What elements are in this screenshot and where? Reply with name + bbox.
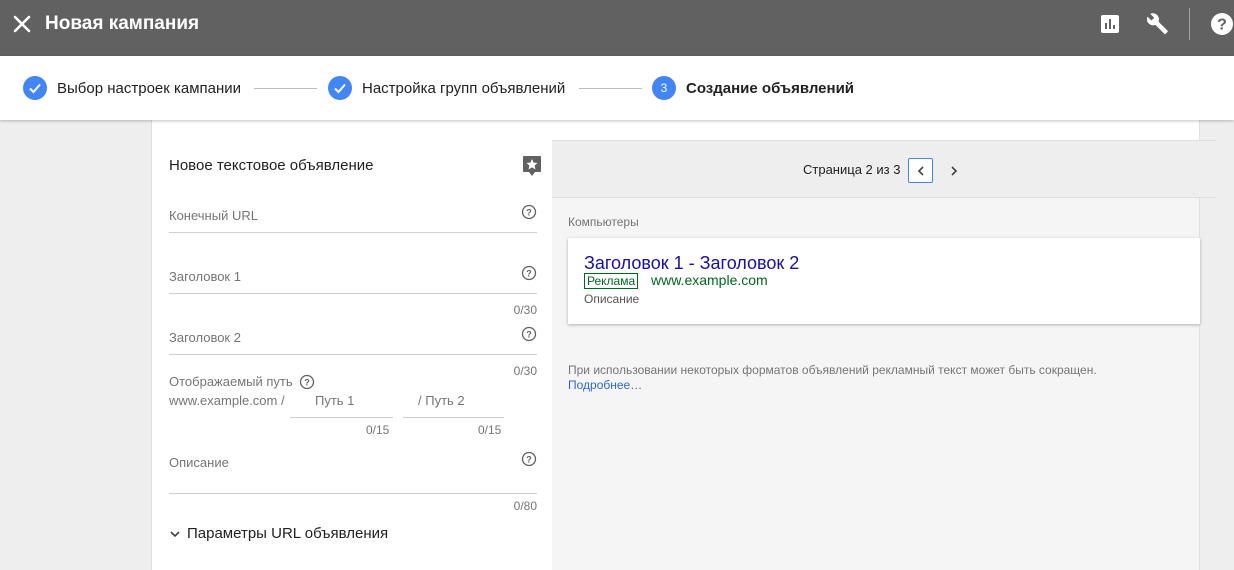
svg-text:?: ? — [526, 208, 532, 218]
notice-text: При использовании некоторых форматов объ… — [568, 363, 1097, 377]
field-underline — [169, 354, 537, 355]
path-separator: / — [418, 393, 422, 408]
field-label: Заголовок 2 — [169, 330, 241, 345]
preview-pager: Страница 2 из 3 — [552, 140, 1216, 198]
step-done-icon — [328, 76, 352, 100]
svg-text:?: ? — [1217, 17, 1227, 34]
svg-text:?: ? — [304, 378, 310, 388]
url-options-label: Параметры URL объявления — [187, 525, 389, 542]
help-circle-icon[interactable]: ? — [299, 374, 315, 390]
campaign-stepper: Выбор настроек кампании Настройка групп … — [0, 56, 1234, 120]
char-counter: 0/30 — [513, 364, 537, 378]
step-done-icon — [23, 76, 47, 100]
step-connector — [579, 88, 642, 89]
device-label: Компьютеры — [568, 215, 639, 229]
step-connector — [254, 88, 317, 89]
chevron-left-icon — [917, 165, 924, 176]
preview-notice: При использовании некоторых форматов объ… — [568, 363, 1198, 393]
ad-description: Описание — [584, 292, 640, 306]
chevron-right-icon — [951, 165, 958, 176]
field-underline — [169, 232, 537, 233]
page-title: Новая кампания — [45, 13, 200, 34]
help-icon[interactable]: ? — [1210, 12, 1234, 36]
page-indicator: Страница 2 из 3 — [803, 162, 901, 177]
field-underline — [169, 293, 537, 294]
char-counter: 0/15 — [366, 423, 390, 437]
svg-text:?: ? — [526, 330, 532, 340]
toolbar-divider — [1189, 8, 1190, 40]
next-page-button[interactable] — [942, 158, 966, 183]
help-circle-icon[interactable]: ? — [521, 326, 537, 342]
path1-input[interactable]: Путь 1 — [315, 393, 354, 408]
url-options-toggle[interactable]: Параметры URL объявления — [169, 525, 388, 542]
reports-icon[interactable] — [1098, 12, 1122, 36]
ad-form-panel: Новое текстовое объявление Конечный URL … — [151, 140, 552, 570]
field-label: Отображаемый путь — [169, 374, 293, 389]
chevron-down-icon — [170, 530, 180, 537]
ad-display-url: www.example.com — [651, 272, 768, 288]
ad-headline: Заголовок 1 - Заголовок 2 — [584, 253, 800, 273]
path2-input[interactable]: Путь 2 — [425, 393, 464, 408]
help-circle-icon[interactable]: ? — [521, 204, 537, 220]
form-title: Новое текстовое объявление — [169, 157, 374, 174]
field-underline — [169, 493, 537, 494]
step-ad-groups[interactable]: Настройка групп объявлений — [328, 76, 565, 100]
char-counter: 0/15 — [478, 423, 502, 437]
top-app-bar: Новая кампания ? — [0, 0, 1234, 56]
ad-badge: Реклама — [584, 273, 639, 289]
field-label: Конечный URL — [169, 208, 258, 223]
content-card-top — [151, 120, 1200, 140]
field-underline — [403, 417, 504, 418]
step-number: 3 — [652, 76, 676, 100]
learn-more-link[interactable]: Подробнее… — [568, 378, 642, 392]
ad-preview-panel — [552, 140, 1200, 570]
help-circle-icon[interactable]: ? — [521, 265, 537, 281]
step-create-ads[interactable]: 3 Создание объявлений — [652, 76, 854, 100]
step-label: Создание объявлений — [686, 79, 855, 97]
ad-suggestion-icon[interactable] — [522, 155, 542, 177]
svg-text:?: ? — [526, 269, 532, 279]
svg-text:?: ? — [526, 455, 532, 465]
ad-preview-card: Заголовок 1 - Заголовок 2 Реклама www.ex… — [568, 238, 1200, 324]
char-counter: 0/80 — [513, 499, 537, 513]
step-label: Настройка групп объявлений — [362, 79, 566, 97]
step-label: Выбор настроек кампании — [57, 79, 242, 97]
prev-page-button[interactable] — [908, 158, 933, 183]
char-counter: 0/30 — [513, 303, 537, 317]
field-underline — [290, 417, 393, 418]
field-label: Описание — [169, 455, 229, 470]
close-icon[interactable] — [10, 12, 34, 36]
help-circle-icon[interactable]: ? — [521, 451, 537, 467]
display-domain: www.example.com / — [169, 393, 285, 408]
field-label: Заголовок 1 — [169, 269, 241, 284]
step-campaign-settings[interactable]: Выбор настроек кампании — [23, 76, 241, 100]
wrench-icon[interactable] — [1146, 12, 1170, 36]
path2-placeholder[interactable]: / Путь 2 — [418, 393, 465, 408]
